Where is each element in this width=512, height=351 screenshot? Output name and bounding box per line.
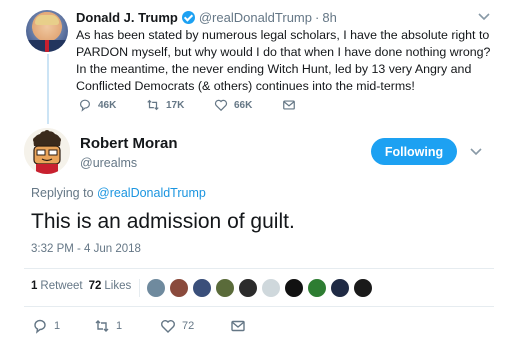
liker-avatars	[146, 278, 376, 298]
liker-avatar-2[interactable]	[169, 278, 189, 298]
like-action[interactable]: 72	[160, 318, 230, 334]
reply-timestamp[interactable]: 3:32 PM - 4 Jun 2018	[31, 243, 141, 255]
envelope-icon	[283, 100, 295, 110]
thread-connector-line	[47, 54, 49, 124]
liker-avatar-5[interactable]	[238, 278, 258, 298]
reply-action[interactable]: 1	[32, 318, 94, 334]
chevron-down-icon[interactable]	[470, 148, 482, 156]
liker-avatar-10[interactable]	[353, 278, 373, 298]
liker-avatar-9[interactable]	[330, 278, 350, 298]
reply-action-count: 1	[54, 320, 61, 332]
reply-tweet-text: This is an admission of guilt.	[31, 210, 295, 233]
envelope-icon	[231, 320, 245, 332]
heart-icon	[161, 320, 175, 333]
verified-badge-icon	[181, 11, 195, 24]
divider	[24, 306, 494, 307]
following-button[interactable]: Following	[371, 138, 457, 165]
reply-tweet-actions: 1 1 72	[32, 318, 252, 334]
likes-stat[interactable]: 72 Likes	[89, 280, 132, 292]
stats-separator	[139, 279, 140, 297]
parent-tweet-text: As has been stated by numerous legal sch…	[76, 28, 491, 93]
like-action-count: 72	[182, 320, 195, 332]
liker-avatar-8[interactable]	[307, 278, 327, 298]
parent-tweet-actions: 46K 17K 66K	[78, 98, 350, 112]
liker-avatar-1[interactable]	[146, 278, 166, 298]
reply-author-name[interactable]: Robert Moran	[80, 135, 178, 152]
reply-author-handle[interactable]: @urealms	[80, 156, 137, 170]
parent-tweet-time[interactable]: 8h	[322, 10, 336, 25]
parent-retweet-count: 17K	[166, 99, 185, 111]
retweet-icon	[95, 320, 109, 332]
retweets-stat[interactable]: 1 Retweet	[31, 280, 83, 292]
heart-icon	[214, 99, 228, 112]
replying-to-prefix: Replying to	[31, 186, 94, 200]
parent-author-handle[interactable]: @realDonaldTrump	[199, 10, 312, 25]
retweets-stat-label: Retweet	[40, 280, 83, 292]
retweet-action[interactable]: 1	[94, 318, 160, 334]
divider	[24, 268, 494, 269]
parent-retweet-action[interactable]: 17K	[146, 98, 214, 112]
moran-avatar[interactable]	[24, 128, 70, 174]
parent-like-count: 66K	[234, 99, 253, 111]
retweets-stat-count: 1	[31, 280, 38, 292]
reply-icon	[80, 99, 90, 112]
header-separator: ·	[315, 10, 320, 25]
parent-tweet-header: Donald J. Trump @realDonaldTrump · 8h	[76, 10, 337, 25]
replying-to-link[interactable]: @realDonaldTrump	[97, 186, 206, 200]
parent-like-action[interactable]: 66K	[214, 98, 282, 112]
likes-stat-count: 72	[88, 280, 102, 292]
reply-icon	[34, 319, 46, 334]
liker-avatar-4[interactable]	[215, 278, 235, 298]
retweet-icon	[147, 99, 159, 111]
replying-to-line: Replying to @realDonaldTrump	[31, 186, 206, 200]
parent-reply-action[interactable]: 46K	[78, 98, 146, 112]
direct-message-action[interactable]	[230, 318, 252, 334]
liker-avatar-7[interactable]	[284, 278, 304, 298]
liker-avatar-6[interactable]	[261, 278, 281, 298]
retweet-action-count: 1	[116, 320, 123, 332]
parent-reply-count: 46K	[98, 99, 117, 111]
chevron-down-icon[interactable]	[478, 13, 490, 21]
engagement-stats: 1 Retweet 72 Likes	[31, 280, 137, 292]
parent-author-name[interactable]: Donald J. Trump	[76, 10, 178, 25]
likes-stat-label: Likes	[104, 280, 132, 292]
parent-dm-action[interactable]	[282, 98, 350, 112]
trump-avatar[interactable]	[26, 10, 68, 52]
liker-avatar-3[interactable]	[192, 278, 212, 298]
